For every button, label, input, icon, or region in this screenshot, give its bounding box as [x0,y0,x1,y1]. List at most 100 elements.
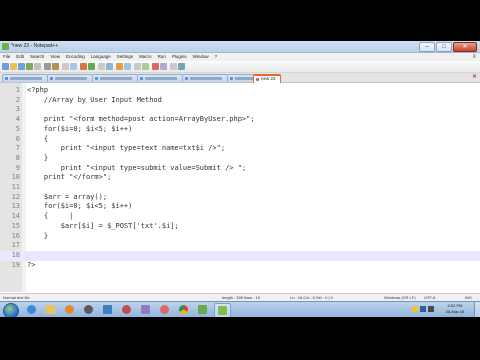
taskbar-notepadpp-icon[interactable] [214,303,231,317]
record-macro-icon[interactable] [152,63,159,70]
menu-help[interactable]: ? [212,53,221,61]
close-file-icon[interactable] [34,63,41,70]
tab-document[interactable] [92,74,138,82]
screen: *new 23 - Notepad++ – □ ✕ File Edit Sear… [0,0,480,360]
show-desktop-button[interactable] [474,302,480,317]
taskbar-app-icon[interactable] [195,303,210,316]
word-wrap-icon[interactable] [142,63,149,70]
code-text[interactable]: $arr[$i] = $_POST['txt'.$i]; [27,222,179,232]
code-text[interactable]: print "</form>"; [27,173,111,183]
clock[interactable]: 4:52 PM 26-Mar-16 [438,303,472,315]
code-line[interactable]: 2 //Array by User Input Method [0,96,480,106]
code-line[interactable]: 6 { [0,135,480,145]
cut-icon[interactable] [52,63,59,70]
code-text[interactable]: ?> [27,261,35,271]
network-icon[interactable] [420,306,426,312]
code-text[interactable]: { | [27,212,74,222]
code-text[interactable]: print "<form method=post action=ArrayByU… [27,115,255,125]
zoom-in-icon[interactable] [116,63,123,70]
code-text[interactable]: } [27,232,48,242]
save-icon[interactable] [18,63,25,70]
code-line[interactable]: 3 [0,105,480,115]
save-all-icon[interactable] [26,63,33,70]
redo-icon[interactable] [88,63,95,70]
open-file-icon[interactable] [10,63,17,70]
close-document-icon[interactable]: X [473,53,476,61]
menu-search[interactable]: Search [27,53,47,61]
taskbar-app-icon[interactable] [100,303,115,316]
sync-scroll-icon[interactable] [134,63,141,70]
replace-icon[interactable] [106,63,113,70]
code-line[interactable]: 17 [0,241,480,251]
maximize-button[interactable]: □ [436,42,452,52]
menu-run[interactable]: Run [155,53,169,61]
code-text[interactable]: { [27,135,48,145]
menu-macro[interactable]: Macro [136,53,155,61]
menu-window[interactable]: Window [190,53,212,61]
play-macro-icon[interactable] [170,63,177,70]
menu-plugins[interactable]: Plugins [169,53,190,61]
copy-icon[interactable] [62,63,69,70]
paste-icon[interactable] [70,63,77,70]
code-text[interactable]: print "<input type=text name=txt$i />"; [27,144,225,154]
taskbar-app-icon[interactable] [119,303,134,316]
action-center-flag-icon[interactable] [412,306,418,312]
taskbar-explorer-icon[interactable] [43,303,58,316]
tab-document[interactable] [47,74,93,82]
code-line[interactable]: 10 print "</form>"; [0,173,480,183]
taskbar-media-player-icon[interactable] [62,303,77,316]
code-line[interactable]: 5 for($i=0; $i<5; $i++) [0,125,480,135]
close-button[interactable]: ✕ [453,42,477,52]
taskbar-app-icon[interactable] [81,303,96,316]
code-text[interactable]: $arr = array(); [27,193,107,203]
taskbar-app-icon[interactable] [138,303,153,316]
stop-macro-icon[interactable] [160,63,167,70]
code-line[interactable]: 15 $arr[$i] = $_POST['txt'.$i]; [0,222,480,232]
code-line[interactable]: 9 print "<input type=submit value=Submit… [0,164,480,174]
close-tab-icon[interactable]: ✕ [472,73,477,82]
code-line[interactable]: 16 } [0,232,480,242]
volume-icon[interactable] [428,306,434,312]
new-file-icon[interactable] [2,63,9,70]
menu-language[interactable]: Language [88,53,114,61]
code-line[interactable]: 4 print "<form method=post action=ArrayB… [0,115,480,125]
title-bar[interactable]: *new 23 - Notepad++ – □ ✕ [0,41,480,53]
menu-settings[interactable]: Settings [114,53,136,61]
tab-document[interactable] [182,74,228,82]
code-line[interactable]: 11 [0,183,480,193]
menu-view[interactable]: View [47,53,63,61]
menu-file[interactable]: File [0,53,13,61]
code-text[interactable]: print "<input type=submit value=Submit /… [27,164,246,174]
tab-file-icon [5,77,8,80]
line-number: 12 [11,192,20,201]
code-line[interactable]: 1 <?php [0,86,480,96]
code-text[interactable]: for($i=0; $i<5; $i++) [27,202,133,212]
code-line[interactable]: 14 { | [0,212,480,222]
zoom-out-icon[interactable] [124,63,131,70]
code-line[interactable]: 18 [0,250,480,261]
menu-encoding[interactable]: Encoding [63,53,88,61]
start-button-icon[interactable] [3,303,19,317]
code-text[interactable]: for($i=0; $i<5; $i++) [27,125,133,135]
code-text[interactable]: <?php [27,86,48,96]
code-line[interactable]: 7 print "<input type=text name=txt$i />"… [0,144,480,154]
undo-icon[interactable] [80,63,87,70]
taskbar-chrome-icon[interactable] [176,303,191,316]
code-line[interactable]: 13 for($i=0; $i<5; $i++) [0,202,480,212]
taskbar-ie-icon[interactable] [24,303,39,316]
save-macro-icon[interactable] [178,63,185,70]
taskbar-app-icon[interactable] [157,303,172,316]
code-line[interactable]: 12 $arr = array(); [0,193,480,203]
code-text[interactable]: } [27,154,48,164]
tab-document[interactable] [137,74,183,82]
menu-edit[interactable]: Edit [13,53,27,61]
code-text[interactable]: //Array by User Input Method [27,96,162,106]
minimize-button[interactable]: – [419,42,435,52]
code-editor[interactable]: 1 <?php 2 //Array by User Input Method 3 4 p… [0,83,480,292]
print-icon[interactable] [44,63,51,70]
find-icon[interactable] [98,63,105,70]
tab-document[interactable] [2,74,48,82]
code-line[interactable]: 8 } [0,154,480,164]
tab-active[interactable]: new 23 [253,74,281,83]
code-line[interactable]: 19 ?> [0,261,480,271]
